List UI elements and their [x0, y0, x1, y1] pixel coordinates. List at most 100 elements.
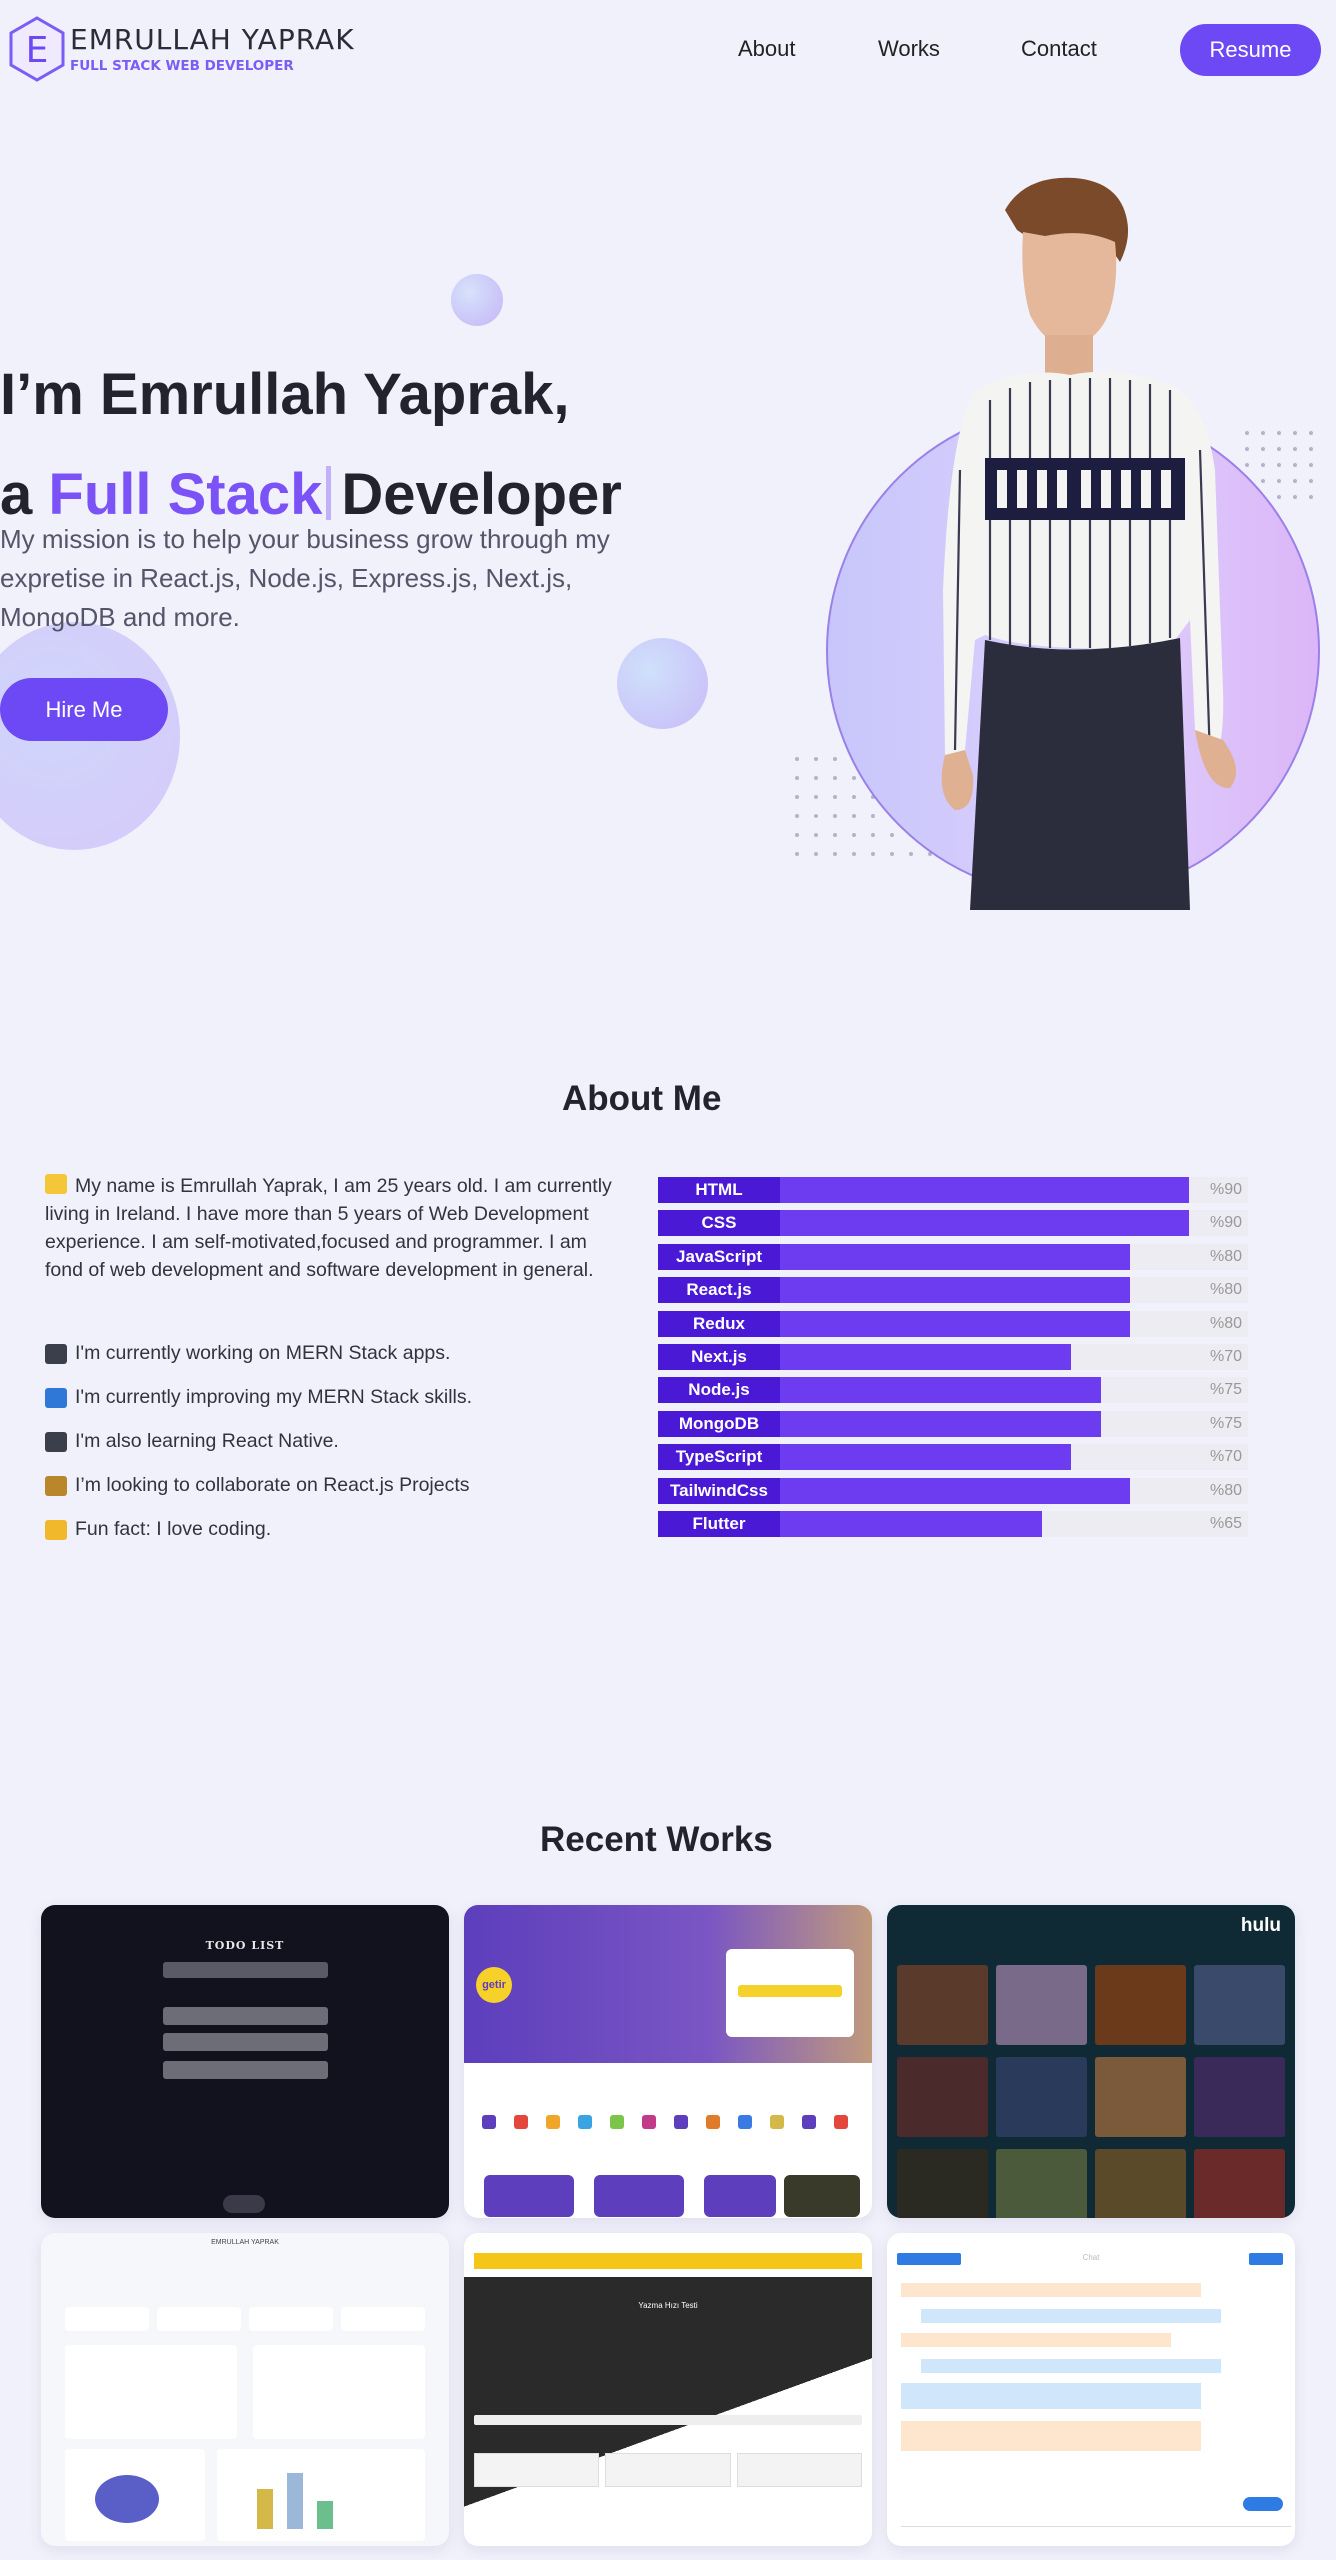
- dot: [1277, 495, 1281, 499]
- skill-bar: JavaScript %80: [658, 1243, 1248, 1270]
- lightning-emoji-icon: [45, 1519, 67, 1540]
- category-icon: [578, 2115, 592, 2129]
- work-card-hulu[interactable]: hulu: [887, 1905, 1295, 2218]
- poster-thumbnail: [897, 2149, 988, 2218]
- work-card-todo[interactable]: TODO LIST: [41, 1905, 449, 2218]
- work-card-title: hulu: [1240, 1915, 1281, 1936]
- work-card-chat[interactable]: Chat: [887, 2233, 1295, 2546]
- skill-percentage: %70: [1209, 1348, 1242, 1365]
- work-card-typing-test[interactable]: Yazma Hızı Testi: [464, 2233, 872, 2546]
- nav-link-about[interactable]: About: [738, 36, 796, 62]
- skill-bar: CSS %90: [658, 1210, 1248, 1237]
- poster-thumbnail: [996, 2057, 1087, 2137]
- work-card-title: getir: [476, 1967, 512, 2003]
- skill-percentage: %80: [1209, 1314, 1242, 1332]
- skill-name: Next.js: [658, 1344, 780, 1370]
- work-card-getir[interactable]: getir: [464, 1905, 872, 2218]
- hero-line-1: I’m Emrullah Yaprak,: [0, 362, 570, 427]
- dot: [871, 852, 875, 856]
- skill-bar: MongoDB %75: [658, 1410, 1248, 1437]
- dot: [814, 814, 818, 818]
- poster-thumbnail: [1194, 1965, 1285, 2045]
- wave-emoji-icon: [45, 1174, 67, 1194]
- poster-thumbnail: [1095, 2149, 1186, 2218]
- logo[interactable]: E EMRULLAH YAPRAK FULL STACK WEB DEVELOP…: [8, 16, 355, 82]
- dot: [1277, 463, 1281, 467]
- work-card-title: TODO LIST: [205, 1939, 285, 1952]
- category-icon: [642, 2115, 656, 2129]
- dot: [871, 814, 875, 818]
- category-icon: [610, 2115, 624, 2129]
- skill-bar: React.js %80: [658, 1277, 1248, 1304]
- dot: [871, 833, 875, 837]
- nav-link-contact[interactable]: Contact: [1021, 36, 1097, 62]
- works-title: Recent Works: [540, 1820, 773, 1859]
- about-item: Fun fact: I love coding.: [45, 1518, 271, 1541]
- skill-name: CSS: [658, 1210, 780, 1237]
- dot: [795, 814, 799, 818]
- info-emoji-icon: [45, 1387, 67, 1408]
- skill-bar: Next.js %70: [658, 1344, 1248, 1370]
- dot: [795, 776, 799, 780]
- poster-thumbnail: [1194, 2149, 1285, 2218]
- skill-percentage: %65: [1209, 1515, 1242, 1532]
- dot: [852, 833, 856, 837]
- about-item: I'm currently working on MERN Stack apps…: [45, 1342, 450, 1365]
- dot: [833, 814, 837, 818]
- dot: [852, 852, 856, 856]
- work-card-title: EMRULLAH YAPRAK: [211, 2239, 279, 2246]
- dot: [1309, 495, 1313, 499]
- poster-thumbnail: [996, 1965, 1087, 2045]
- category-icon: [706, 2115, 720, 2129]
- about-item: I'm currently improving my MERN Stack sk…: [45, 1386, 472, 1409]
- poster-thumbnail: [1095, 2057, 1186, 2137]
- typing-cursor: [326, 466, 332, 520]
- resume-button[interactable]: Resume: [1180, 24, 1321, 76]
- skill-bar: Node.js %75: [658, 1377, 1248, 1404]
- dot: [1309, 479, 1313, 483]
- skill-percentage: %75: [1209, 1414, 1242, 1432]
- dot: [1293, 447, 1297, 451]
- people-emoji-icon: [45, 1475, 67, 1496]
- dot: [1293, 495, 1297, 499]
- hire-me-button[interactable]: Hire Me: [0, 678, 168, 741]
- decorative-bubble: [617, 638, 708, 729]
- about-item: I’m looking to collaborate on React.js P…: [45, 1474, 470, 1497]
- hero-accent-text: Full Stack: [48, 462, 323, 527]
- skill-percentage: %90: [1209, 1214, 1242, 1232]
- category-icon: [834, 2115, 848, 2129]
- dot: [833, 776, 837, 780]
- dot: [1309, 431, 1313, 435]
- hero-title: I’m Emrullah Yaprak, a Full Stack Develop…: [0, 345, 622, 545]
- dot: [852, 776, 856, 780]
- dot: [833, 757, 837, 761]
- dot: [795, 795, 799, 799]
- skill-percentage: %70: [1209, 1448, 1242, 1466]
- skill-percentage: %75: [1209, 1381, 1242, 1399]
- dot: [833, 852, 837, 856]
- dot: [1293, 479, 1297, 483]
- laptop-emoji-icon: [45, 1343, 67, 1364]
- logo-letter: E: [26, 30, 49, 71]
- skill-bar: TailwindCss %80: [658, 1477, 1248, 1504]
- logo-name: EMRULLAH YAPRAK: [70, 23, 355, 56]
- skill-percentage: %90: [1209, 1181, 1242, 1198]
- dot: [1309, 463, 1313, 467]
- hero-portrait-image: [905, 170, 1265, 910]
- site-header: E EMRULLAH YAPRAK FULL STACK WEB DEVELOP…: [0, 0, 1336, 100]
- dot: [890, 852, 894, 856]
- category-icon: [546, 2115, 560, 2129]
- skill-bar: HTML %90: [658, 1177, 1248, 1203]
- dot: [833, 795, 837, 799]
- dot: [795, 757, 799, 761]
- dot: [814, 776, 818, 780]
- nav-link-works[interactable]: Works: [878, 36, 940, 62]
- work-card-dashboard[interactable]: EMRULLAH YAPRAK: [41, 2233, 449, 2546]
- poster-thumbnail: [1194, 2057, 1285, 2137]
- dot: [814, 757, 818, 761]
- category-icon: [802, 2115, 816, 2129]
- dot: [1277, 447, 1281, 451]
- about-item: I'm also learning React Native.: [45, 1430, 339, 1453]
- dot: [814, 833, 818, 837]
- about-intro-text: My name is Emrullah Yaprak, I am 25 year…: [45, 1174, 612, 1281]
